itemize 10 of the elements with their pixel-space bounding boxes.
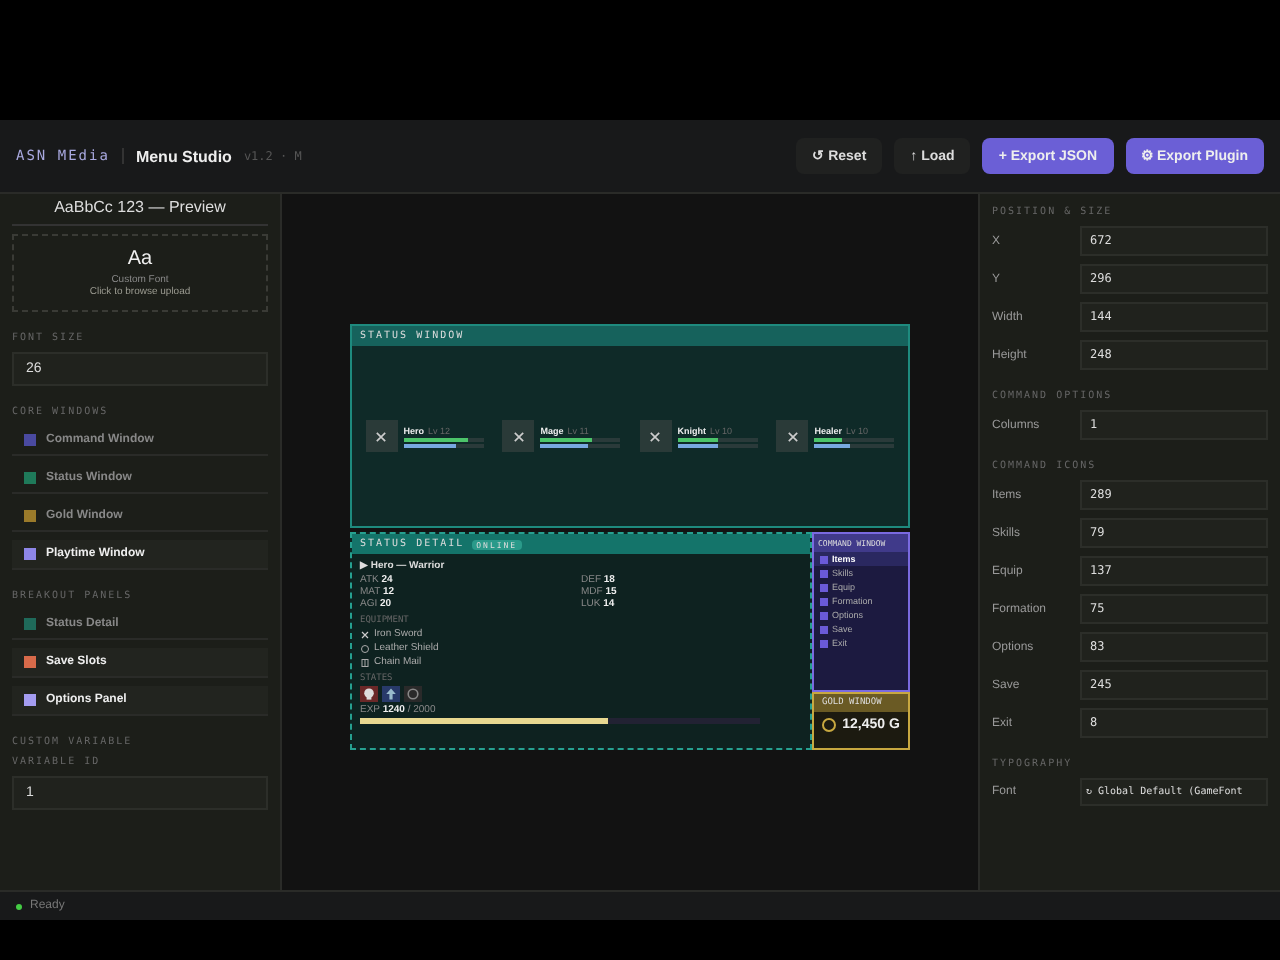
circle-icon — [360, 643, 370, 653]
status-dot — [16, 903, 22, 909]
skull-icon — [360, 686, 378, 702]
armor-icon — [360, 657, 370, 667]
arrow-up-icon — [382, 686, 400, 702]
circle-icon — [404, 686, 422, 702]
app-title: Menu Studio — [135, 147, 232, 165]
font-preview: AaBbCc 123 — Preview — [12, 194, 268, 226]
font-glyph: Aa — [125, 248, 155, 270]
coin-icon — [822, 718, 837, 732]
